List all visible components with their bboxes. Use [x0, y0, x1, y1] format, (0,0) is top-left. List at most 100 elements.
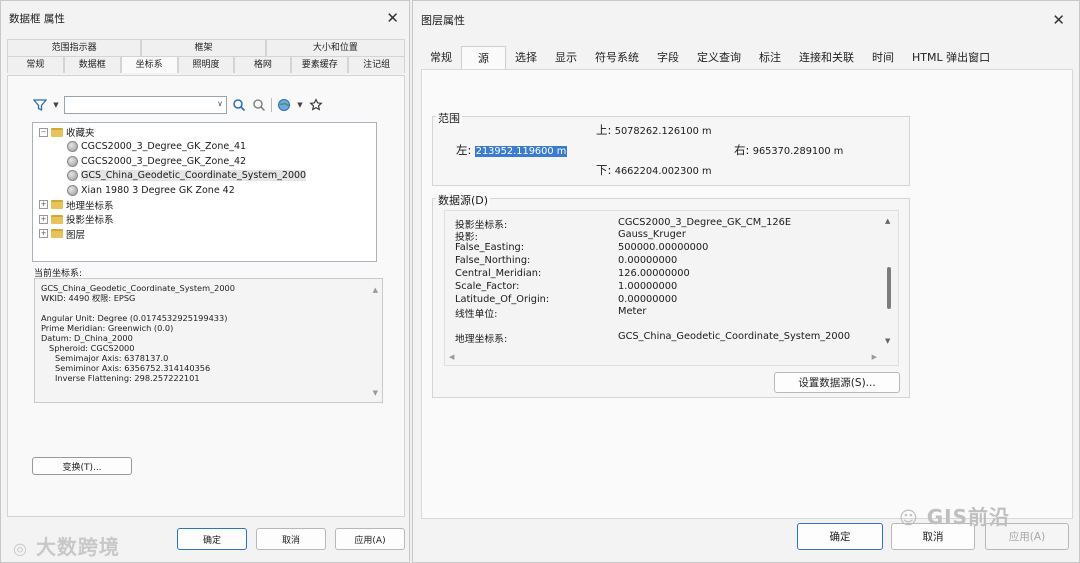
scroll-up-icon[interactable]: ▲	[885, 217, 890, 225]
scroll-right-icon[interactable]: ▶	[872, 353, 877, 361]
tab-general[interactable]: 常规	[421, 46, 461, 69]
extent-right: 右: 965370.289100 m	[734, 143, 844, 157]
tab-feature-cache[interactable]: 要素缓存	[291, 56, 349, 73]
tab-general[interactable]: 常规	[7, 56, 64, 73]
ok-button[interactable]: 确定	[797, 523, 883, 550]
tab-strip: 常规 源 选择 显示 符号系统 字段 定义查询 标注 连接和关联 时间 HTML…	[421, 46, 999, 69]
set-datasource-button[interactable]: 设置数据源(S)...	[774, 372, 900, 393]
tab-labels[interactable]: 标注	[750, 46, 790, 69]
weibo-logo-icon: ◎	[13, 539, 28, 558]
globe-icon	[67, 141, 78, 153]
tree-node-layers[interactable]: + 图层	[39, 227, 370, 242]
globe-dropdown-icon[interactable]: ▼	[296, 97, 304, 113]
search-input[interactable]: ∨	[64, 96, 227, 114]
ds-row: 投影: Gauss_Kruger	[455, 229, 686, 243]
cs-datum: Datum: D_China_2000	[41, 333, 133, 343]
coordinate-system-tree[interactable]: − 收藏夹 CGCS2000_3_Degree_GK_Zone_41 CGCS2…	[32, 122, 377, 262]
tab-html-popup[interactable]: HTML 弹出窗口	[903, 46, 999, 69]
expand-icon[interactable]: +	[39, 200, 48, 210]
datasource-details[interactable]: 投影坐标系: CGCS2000_3_Degree_GK_CM_126E 投影: Ga…	[444, 210, 899, 366]
tab-extent-indicators[interactable]: 范围指示器	[7, 39, 142, 56]
extent-label: 范围	[436, 110, 462, 126]
apply-button[interactable]: 应用(A)	[335, 528, 405, 550]
tree-node-cs[interactable]: Xian 1980 3 Degree GK Zone 42	[39, 183, 370, 198]
tree-node-cs[interactable]: CGCS2000_3_Degree_GK_Zone_41	[39, 140, 370, 155]
transform-button[interactable]: 变换(T)...	[32, 457, 132, 475]
ds-row: 线性单位: Meter	[455, 306, 647, 320]
watermark-right: ☺ GIS前沿	[899, 505, 1010, 529]
horizontal-scrollbar[interactable]: ◀ ▶	[449, 353, 877, 363]
source-panel: 范围 上: 5078262.126100 m 左: 213952.119600 …	[421, 69, 1073, 519]
tree-node-projected[interactable]: + 投影坐标系	[39, 212, 370, 227]
dialog-title: 数据框 属性	[9, 12, 65, 25]
watermark-left: ◎ 大数跨境	[13, 535, 120, 559]
expand-icon[interactable]: +	[39, 214, 48, 224]
cancel-button[interactable]: 取消	[256, 528, 326, 550]
cs-blank	[41, 303, 376, 313]
expand-icon[interactable]: +	[39, 229, 48, 239]
search-icon[interactable]	[231, 97, 247, 113]
close-icon[interactable]: ✕	[1052, 11, 1065, 29]
extent-left-value[interactable]: 213952.119600 m	[474, 146, 568, 157]
tree-node-cs[interactable]: CGCS2000_3_Degree_GK_Zone_42	[39, 154, 370, 169]
tab-selection[interactable]: 选择	[506, 46, 546, 69]
folder-icon	[51, 127, 63, 137]
collapse-icon[interactable]: −	[39, 127, 48, 137]
extent-left: 左: 213952.119600 m	[456, 143, 568, 157]
folder-icon	[51, 229, 63, 239]
tab-source[interactable]: 源	[461, 46, 506, 69]
ds-row: 地理坐标系: GCS_China_Geodetic_Coordinate_Syst…	[455, 331, 851, 345]
filter-dropdown-icon[interactable]: ▼	[52, 97, 60, 113]
extent-top: 上: 5078262.126100 m	[596, 123, 712, 137]
folder-icon	[51, 200, 63, 210]
ds-row: Central_Meridian: 126.00000000	[455, 268, 690, 279]
tree-node-favorites[interactable]: − 收藏夹	[39, 125, 370, 140]
tab-size-position[interactable]: 大小和位置	[265, 39, 405, 56]
ds-row: False_Northing: 0.00000000	[455, 255, 678, 266]
dialog-title: 图层属性	[421, 14, 465, 27]
cs-prime-meridian: Prime Meridian: Greenwich (0.0)	[41, 323, 174, 333]
scroll-down-icon[interactable]: ▼	[373, 388, 378, 398]
vertical-scrollbar[interactable]: ▲ ▼	[884, 217, 894, 345]
tab-symbology[interactable]: 符号系统	[586, 46, 648, 69]
tab-annotation-groups[interactable]: 注记组	[348, 56, 406, 73]
cs-flattening: Inverse Flattening: 298.257222101	[55, 373, 200, 383]
current-cs-details[interactable]: GCS_China_Geodetic_Coordinate_System_200…	[34, 278, 383, 403]
filter-icon[interactable]	[32, 97, 48, 113]
tab-fields[interactable]: 字段	[648, 46, 688, 69]
favorite-star-icon[interactable]	[308, 97, 324, 113]
tab-illumination[interactable]: 照明度	[177, 56, 235, 73]
tab-time[interactable]: 时间	[863, 46, 903, 69]
tab-grids[interactable]: 格网	[234, 56, 292, 73]
coordinate-system-panel: ▼ ∨ ▼ − 收藏夹 CGCS2000_3_Degree_GK_Zone_41…	[7, 75, 405, 517]
scroll-down-icon[interactable]: ▼	[885, 337, 890, 345]
cs-spheroid: Spheroid: CGCS2000	[49, 343, 135, 353]
cs-semiminor: Semiminor Axis: 6356752.314140356	[55, 363, 211, 373]
cs-angular-unit: Angular Unit: Degree (0.0174532925199433…	[41, 313, 228, 323]
chevron-down-icon[interactable]: ∨	[217, 99, 223, 108]
layer-properties-dialog: 图层属性 ✕ 常规 源 选择 显示 符号系统 字段 定义查询 标注 连接和关联 …	[412, 0, 1080, 563]
globe-add-icon[interactable]	[276, 97, 292, 113]
scroll-left-icon[interactable]: ◀	[449, 353, 454, 361]
tab-joins-relates[interactable]: 连接和关联	[790, 46, 863, 69]
tab-strip: 范围指示器 框架 大小和位置 常规 数据框 坐标系 照明度 格网 要素缓存 注记…	[7, 39, 406, 73]
tree-node-cs-selected[interactable]: GCS_China_Geodetic_Coordinate_System_200…	[39, 169, 370, 184]
ds-row: Latitude_Of_Origin: 0.00000000	[455, 294, 678, 305]
globe-icon	[67, 155, 78, 167]
ok-button[interactable]: 确定	[177, 528, 247, 550]
tree-node-geographic[interactable]: + 地理坐标系	[39, 198, 370, 213]
scroll-up-icon[interactable]: ▲	[373, 285, 378, 295]
ds-row: Scale_Factor: 1.00000000	[455, 281, 678, 292]
tab-definition-query[interactable]: 定义查询	[688, 46, 750, 69]
tab-coordinate-system[interactable]: 坐标系	[120, 56, 178, 73]
data-frame-properties-dialog: 数据框 属性 ✕ 范围指示器 框架 大小和位置 常规 数据框 坐标系 照明度 格…	[0, 0, 410, 563]
wechat-logo-icon: ☺	[899, 508, 919, 529]
close-icon[interactable]: ✕	[386, 9, 399, 27]
tab-data-frame[interactable]: 数据框	[63, 56, 121, 73]
globe-icon	[67, 184, 78, 196]
clear-search-icon[interactable]	[251, 97, 267, 113]
tab-display[interactable]: 显示	[546, 46, 586, 69]
tab-frame[interactable]: 框架	[141, 39, 266, 56]
cs-wkid: WKID: 4490 权限: EPSG	[41, 293, 136, 303]
scrollbar-thumb[interactable]	[887, 267, 891, 309]
